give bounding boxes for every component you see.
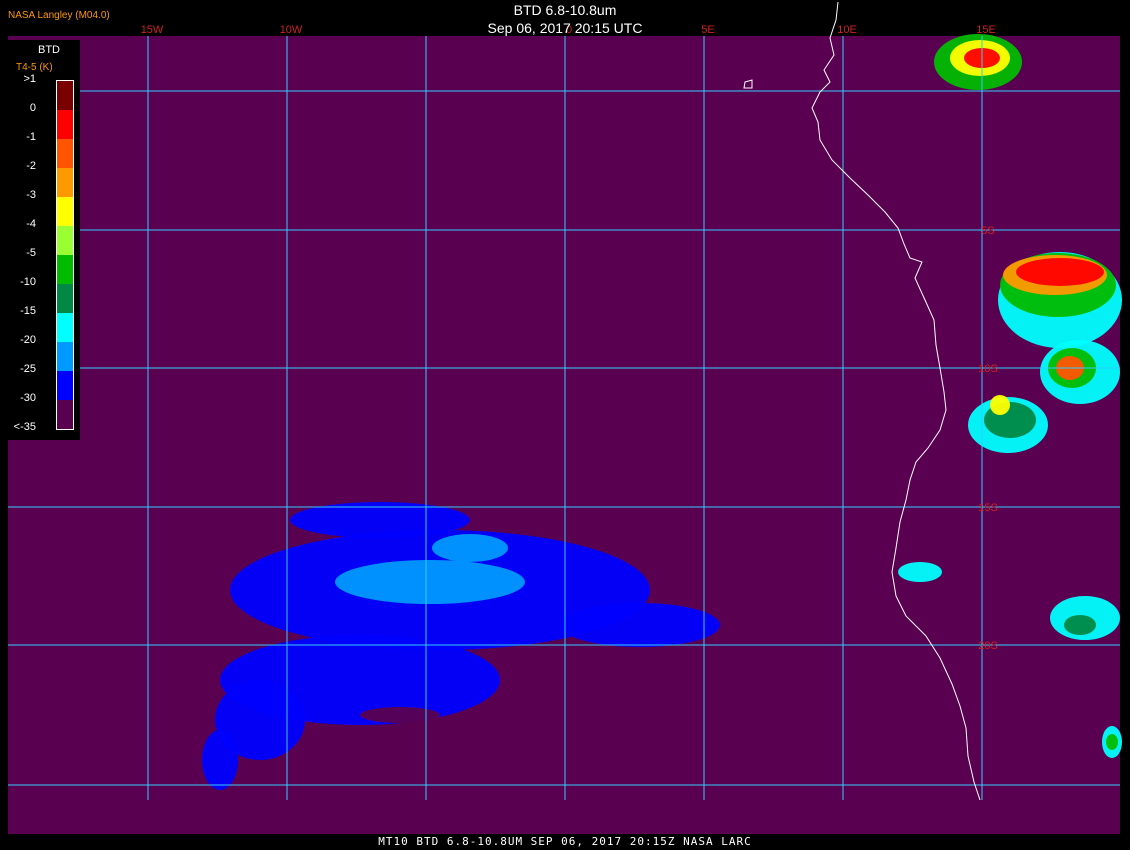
legend-label: <-35 xyxy=(13,421,36,433)
legend-label: -15 xyxy=(20,305,36,317)
agency-label: NASA Langley (M04.0) xyxy=(8,10,110,21)
legend-label: -20 xyxy=(20,334,36,346)
legend-label: >1 xyxy=(23,73,36,85)
cloud-feature xyxy=(202,730,238,790)
latitude-label: 10S xyxy=(978,363,998,375)
latitude-label: 15S xyxy=(978,502,998,514)
map-background xyxy=(8,36,1120,834)
footer-caption: MT10 BTD 6.8-10.8UM SEP 06, 2017 20:15Z … xyxy=(378,835,752,848)
legend-label: -25 xyxy=(20,363,36,375)
cloud-feature xyxy=(990,395,1010,415)
legend-label: -3 xyxy=(26,189,36,201)
legend-label: -5 xyxy=(26,247,36,259)
cloud-feature xyxy=(1106,734,1118,750)
legend-label: -4 xyxy=(26,218,36,230)
color-legend: BTD T4-5 (K) >1 0 -1 -2 -3 -4 -5 -10 -15 -20 -25 -3… xyxy=(8,40,80,440)
cloud-feature xyxy=(1016,258,1104,286)
cloud-feature xyxy=(360,707,440,723)
legend-label: -1 xyxy=(26,131,36,143)
latitude-label: 5S xyxy=(981,225,994,237)
legend-unit: T4-5 (K) xyxy=(16,62,53,73)
cloud-feature xyxy=(432,534,508,562)
legend-label: -30 xyxy=(20,392,36,404)
legend-frame xyxy=(56,80,74,430)
legend-label: -2 xyxy=(26,160,36,172)
cloud-feature xyxy=(898,562,942,582)
latitude-label: 20S xyxy=(978,640,998,652)
cloud-feature xyxy=(1064,615,1096,635)
image-title: BTD 6.8-10.8um xyxy=(513,2,617,18)
legend-title: BTD xyxy=(38,44,60,56)
satellite-map: 15W 10W 0 5E 10E 15E5S10S15S20S xyxy=(8,1,1122,834)
cloud-feature xyxy=(335,560,525,604)
legend-label: -10 xyxy=(20,276,36,288)
cloud-feature xyxy=(560,603,720,647)
image-datetime: Sep 06, 2017 20:15 UTC xyxy=(487,20,643,36)
legend-label: 0 xyxy=(29,102,36,114)
